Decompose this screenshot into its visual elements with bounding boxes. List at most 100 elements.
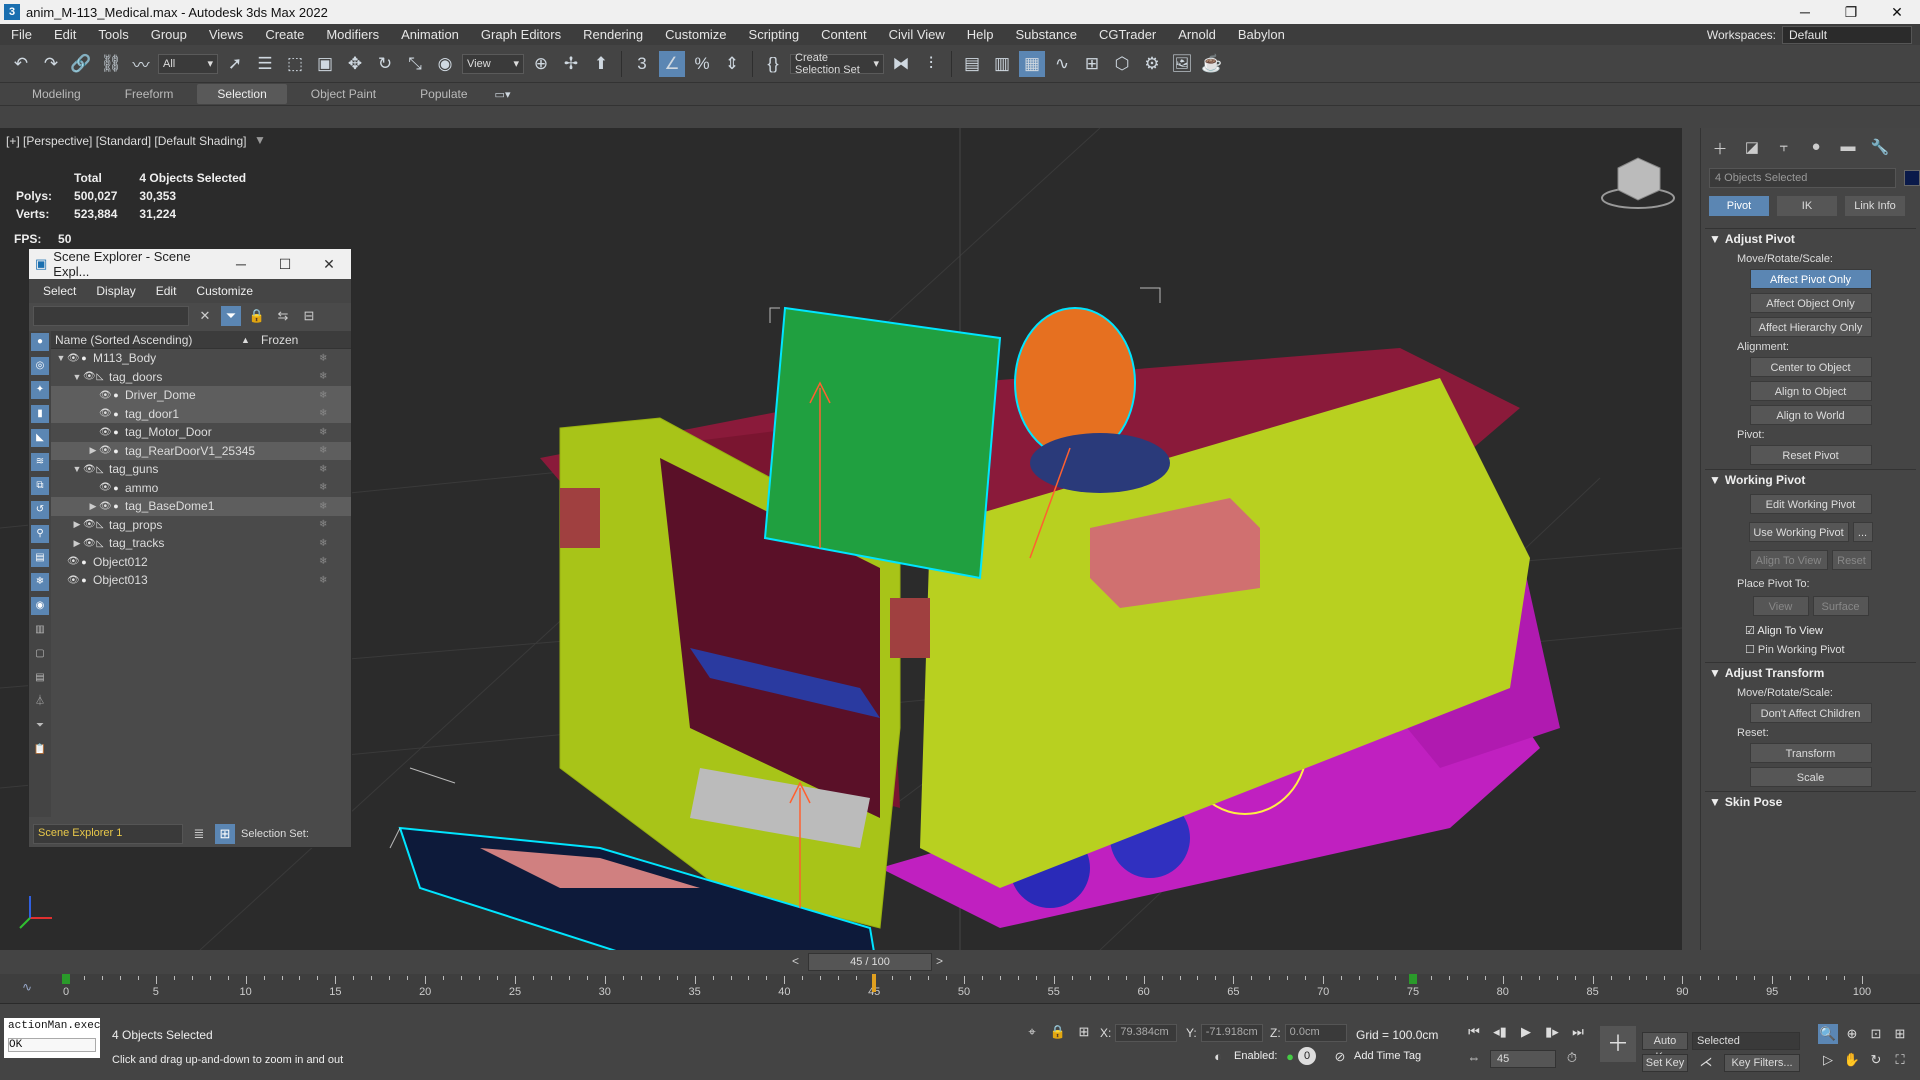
align-to-world-button[interactable]: Align to World	[1749, 405, 1872, 425]
affect-pivot-only-button[interactable]: Affect Pivot Only	[1749, 269, 1872, 289]
link-info-tab[interactable]: Link Info	[1845, 196, 1905, 216]
prev-frame-icon[interactable]: <	[792, 954, 799, 968]
selection-lock-icon[interactable]: 🔒	[1048, 1022, 1068, 1042]
edit-named-sel-icon[interactable]: {}	[760, 51, 786, 77]
xrefs-filter-icon[interactable]: ↺	[31, 501, 49, 519]
working-pivot-header[interactable]: ▼ Working Pivot	[1705, 470, 1916, 490]
next-frame-icon[interactable]: >	[936, 954, 943, 968]
viewport-filter-icon[interactable]: ▼	[254, 133, 266, 147]
tab-object-paint[interactable]: Object Paint	[291, 84, 396, 104]
tree-row-label[interactable]: M113_Body	[93, 351, 156, 365]
bones-filter-icon[interactable]: ⚲	[31, 525, 49, 543]
modify-tab-icon[interactable]: ◪	[1741, 138, 1763, 158]
visibility-eye-icon[interactable]: 👁	[67, 575, 80, 586]
visibility-eye-icon[interactable]: 👁	[67, 556, 80, 567]
display-none-icon[interactable]: ▢	[31, 645, 49, 663]
select-object-icon[interactable]: ➚	[222, 51, 248, 77]
object-name-field[interactable]: 4 Objects Selected	[1709, 168, 1897, 188]
pivot-center-icon[interactable]: ⊕	[528, 51, 554, 77]
geometry-filter-icon[interactable]: ●	[31, 333, 49, 351]
menu-babylon[interactable]: Babylon	[1227, 27, 1296, 42]
visibility-eye-icon[interactable]: 👁	[99, 482, 112, 493]
frozen-toggle-icon[interactable]: ❄	[319, 408, 327, 419]
close-icon[interactable]: ✕	[1874, 4, 1920, 21]
reset-transform-button[interactable]: Transform	[1749, 743, 1872, 763]
expand-arrow-icon[interactable]: ▶	[87, 501, 99, 512]
expand-arrow-icon[interactable]: ▶	[71, 538, 83, 549]
groups-filter-icon[interactable]: ⧉	[31, 477, 49, 495]
curve-editor-icon[interactable]: ∿	[1049, 51, 1075, 77]
time-config-icon[interactable]: ⏱	[1562, 1048, 1582, 1068]
rotate-icon[interactable]: ↻	[372, 51, 398, 77]
key-sets-dropdown[interactable]: Selected	[1692, 1032, 1800, 1050]
frozen-toggle-icon[interactable]: ❄	[319, 482, 327, 493]
menu-create[interactable]: Create	[254, 27, 315, 42]
tab-populate[interactable]: Populate	[400, 84, 487, 104]
window-crossing-icon[interactable]: ▣	[312, 51, 338, 77]
tree-row-label[interactable]: tag_BaseDome1	[125, 499, 214, 513]
ik-tab[interactable]: IK	[1777, 196, 1837, 216]
bind-spacewarp-icon[interactable]: 〰	[128, 51, 154, 77]
next-key-icon[interactable]: ▮▸	[1542, 1022, 1562, 1042]
tree-row[interactable]: ▼ 👁 ◺ tag_guns ❄	[51, 460, 351, 479]
add-time-tag[interactable]: Add Time Tag	[1354, 1050, 1421, 1062]
clear-search-icon[interactable]: ✕	[195, 306, 215, 326]
keyboard-shortcut-icon[interactable]: ⬆	[588, 51, 614, 77]
se-close-icon[interactable]: ✕	[307, 256, 351, 273]
visibility-eye-icon[interactable]: 👁	[99, 445, 112, 456]
collapse-arrow-icon[interactable]: ▼	[71, 464, 83, 474]
scale-icon[interactable]: ⤡	[402, 51, 428, 77]
pin-working-pivot-checkbox[interactable]: ☐ Pin Working Pivot	[1705, 643, 1916, 656]
dont-affect-children-button[interactable]: Don't Affect Children	[1749, 703, 1872, 723]
frozen-toggle-icon[interactable]: ❄	[319, 390, 327, 401]
spacewarps-filter-icon[interactable]: ≋	[31, 453, 49, 471]
helpers-filter-icon[interactable]: ◣	[31, 429, 49, 447]
visibility-eye-icon[interactable]: 👁	[99, 501, 112, 512]
tree-row[interactable]: ▶ 👁 ● tag_BaseDome1 ❄	[51, 497, 351, 516]
menu-graph-editors[interactable]: Graph Editors	[470, 27, 572, 42]
visibility-eye-icon[interactable]: 👁	[67, 353, 80, 364]
menu-modifiers[interactable]: Modifiers	[315, 27, 390, 42]
menu-tools[interactable]: Tools	[87, 27, 139, 42]
placement-icon[interactable]: ◉	[432, 51, 458, 77]
rect-selection-icon[interactable]: ⬚	[282, 51, 308, 77]
track-bar[interactable]: ∿ 0 5 10 15 20 25 30 35 40 45 50 55 60 65 70 75 80 85 90 95…	[0, 974, 1920, 1004]
visibility-eye-icon[interactable]: 👁	[83, 464, 96, 475]
se-search-input[interactable]	[33, 306, 189, 326]
visibility-eye-icon[interactable]: 👁	[83, 519, 96, 530]
advanced-filter-icon[interactable]: ⏷	[31, 717, 49, 735]
frozen-toggle-icon[interactable]: ❄	[319, 353, 327, 364]
menu-group[interactable]: Group	[140, 27, 198, 42]
toggle-scene-explorer-icon[interactable]: ▥	[989, 51, 1015, 77]
tree-row[interactable]: ▶ 👁 ● tag_RearDoorV1_25345 ❄	[51, 441, 351, 460]
visibility-eye-icon[interactable]: 👁	[99, 427, 112, 438]
transform-mode-icon[interactable]: ⊞	[1074, 1022, 1094, 1042]
create-selection-set-dropdown[interactable]: Create Selection Set ▾	[790, 52, 884, 76]
rendered-frame-icon[interactable]: 🖼	[1169, 51, 1195, 77]
mirror-icon[interactable]: ⧓	[888, 51, 914, 77]
collapse-arrow-icon[interactable]: ▼	[71, 372, 83, 382]
zoom-extents-icon[interactable]: ⊡	[1866, 1024, 1886, 1044]
affect-hierarchy-only-button[interactable]: Affect Hierarchy Only	[1749, 317, 1872, 337]
render-setup-icon[interactable]: ⚙	[1139, 51, 1165, 77]
time-slider[interactable]: < 45 / 100 >	[0, 950, 1920, 974]
frozen-toggle-icon[interactable]: ❄	[319, 538, 327, 549]
tree-row-label[interactable]: tag_doors	[109, 370, 162, 384]
tree-row[interactable]: ▶ 👁 ◺ tag_props ❄	[51, 516, 351, 535]
viewport-label[interactable]: [+] [Perspective] [Standard] [Default Sh…	[6, 134, 246, 148]
select-by-name-icon[interactable]: ☰	[252, 51, 278, 77]
place-surface-button[interactable]: Surface	[1812, 596, 1869, 616]
place-view-button[interactable]: View	[1752, 596, 1809, 616]
se-minimize-icon[interactable]: ─	[219, 256, 263, 273]
se-menu-select[interactable]: Select	[37, 284, 82, 298]
prev-key-icon[interactable]: ◂▮	[1490, 1022, 1510, 1042]
align-icon[interactable]: ⫶	[918, 51, 944, 77]
set-key-big-icon[interactable]: ＋	[1600, 1026, 1636, 1062]
key-marker[interactable]	[62, 974, 70, 984]
scene-explorer-titlebar[interactable]: ▣ Scene Explorer - Scene Expl... ─ ☐ ✕	[29, 249, 351, 279]
zoom-icon[interactable]: 🔍	[1818, 1024, 1838, 1044]
key-filters-button[interactable]: Key Filters...	[1724, 1054, 1800, 1072]
visibility-eye-icon[interactable]: 👁	[83, 538, 96, 549]
visibility-eye-icon[interactable]: 👁	[99, 408, 112, 419]
motion-tab-icon[interactable]: ●	[1805, 138, 1827, 158]
